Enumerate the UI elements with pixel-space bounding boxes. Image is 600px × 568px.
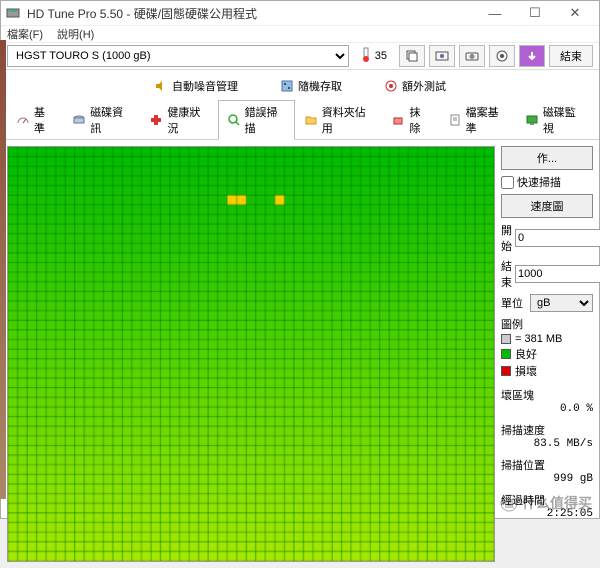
scan-position-stat: 掃描位置 999 gB [501, 457, 593, 485]
erase-icon [391, 113, 405, 127]
scan-speed-stat: 掃描速度 83.5 MB/s [501, 422, 593, 450]
app-window: HD Tune Pro 5.50 - 硬碟/固態硬碟公用程式 — ☐ ✕ 檔案(… [0, 0, 600, 519]
bad-blocks-stat: 壞區塊 0.0 % [501, 387, 593, 415]
thermometer-icon [361, 47, 371, 66]
tab-folder-usage[interactable]: 資料夾佔用 [295, 100, 383, 140]
menu-file[interactable]: 檔案(F) [7, 26, 43, 42]
tab-random-access[interactable]: 隨機存取 [271, 74, 351, 98]
exit-button[interactable]: 結束 [549, 45, 593, 67]
file-icon [448, 113, 462, 127]
tabs-row-1: 自動噪音管理 隨機存取 額外測試 [1, 70, 599, 98]
tab-extra-test[interactable]: 額外測試 [375, 74, 455, 98]
title-bar: HD Tune Pro 5.50 - 硬碟/固態硬碟公用程式 — ☐ ✕ [1, 1, 599, 26]
save-button[interactable] [519, 45, 545, 67]
unit-label: 單位 [501, 295, 527, 311]
quick-scan-checkbox[interactable]: 快速掃描 [501, 174, 593, 190]
unit-select[interactable]: gB [530, 294, 593, 312]
screenshot-button[interactable] [429, 45, 455, 67]
svg-text:值: 值 [504, 497, 514, 510]
minimize-button[interactable]: — [475, 1, 515, 25]
gauge-icon [16, 113, 30, 127]
drive-select[interactable]: HGST TOURO S (1000 gB) [7, 45, 349, 67]
maximize-button[interactable]: ☐ [515, 1, 555, 25]
toolbar: HGST TOURO S (1000 gB) 35 結束 [1, 42, 599, 70]
dice-icon [280, 79, 294, 93]
folder-icon [304, 113, 318, 127]
health-icon [149, 113, 163, 127]
copy-info-button[interactable] [399, 45, 425, 67]
start-label: 開始 [501, 222, 512, 254]
legend: 圖例 = 381 MB 良好 損壞 [501, 316, 593, 380]
menu-bar: 檔案(F) 說明(H) [1, 26, 599, 42]
camera-button[interactable] [459, 45, 485, 67]
temperature-display: 35 [353, 47, 395, 66]
tab-benchmark[interactable]: 基準 [7, 100, 63, 140]
scan-grid [7, 146, 495, 562]
tab-error-scan[interactable]: 錯誤掃描 [218, 100, 295, 140]
window-title: HD Tune Pro 5.50 - 硬碟/固態硬碟公用程式 [27, 5, 475, 22]
tab-disk-monitor[interactable]: 磁碟監視 [516, 100, 593, 140]
temperature-value: 35 [375, 50, 387, 62]
watermark: 值 什么值得买 [500, 493, 592, 513]
tabs-row-2: 基準 磁碟資訊 健康狀況 錯誤掃描 資料夾佔用 抹除 檔案基準 磁碟監視 [1, 98, 599, 140]
target-icon [384, 79, 398, 93]
tab-file-benchmark[interactable]: 檔案基準 [439, 100, 516, 140]
legend-title: 圖例 [501, 316, 593, 332]
settings-button[interactable] [489, 45, 515, 67]
tab-health[interactable]: 健康狀況 [140, 100, 217, 140]
tab-erase[interactable]: 抹除 [382, 100, 438, 140]
start-stop-button[interactable]: 作... [501, 146, 593, 170]
end-label: 結束 [501, 258, 512, 290]
disk-icon [72, 113, 86, 127]
menu-help[interactable]: 說明(H) [57, 26, 94, 42]
start-input[interactable] [515, 229, 600, 247]
tab-disk-info[interactable]: 磁碟資訊 [63, 100, 140, 140]
end-input[interactable] [515, 265, 600, 283]
speaker-icon [154, 79, 168, 93]
monitor-icon [525, 113, 539, 127]
tab-auto-noise[interactable]: 自動噪音管理 [145, 74, 247, 98]
app-logo-icon [5, 5, 21, 21]
close-button[interactable]: ✕ [555, 1, 595, 25]
search-icon [227, 113, 241, 127]
speed-map-button[interactable]: 速度圖 [501, 194, 593, 218]
